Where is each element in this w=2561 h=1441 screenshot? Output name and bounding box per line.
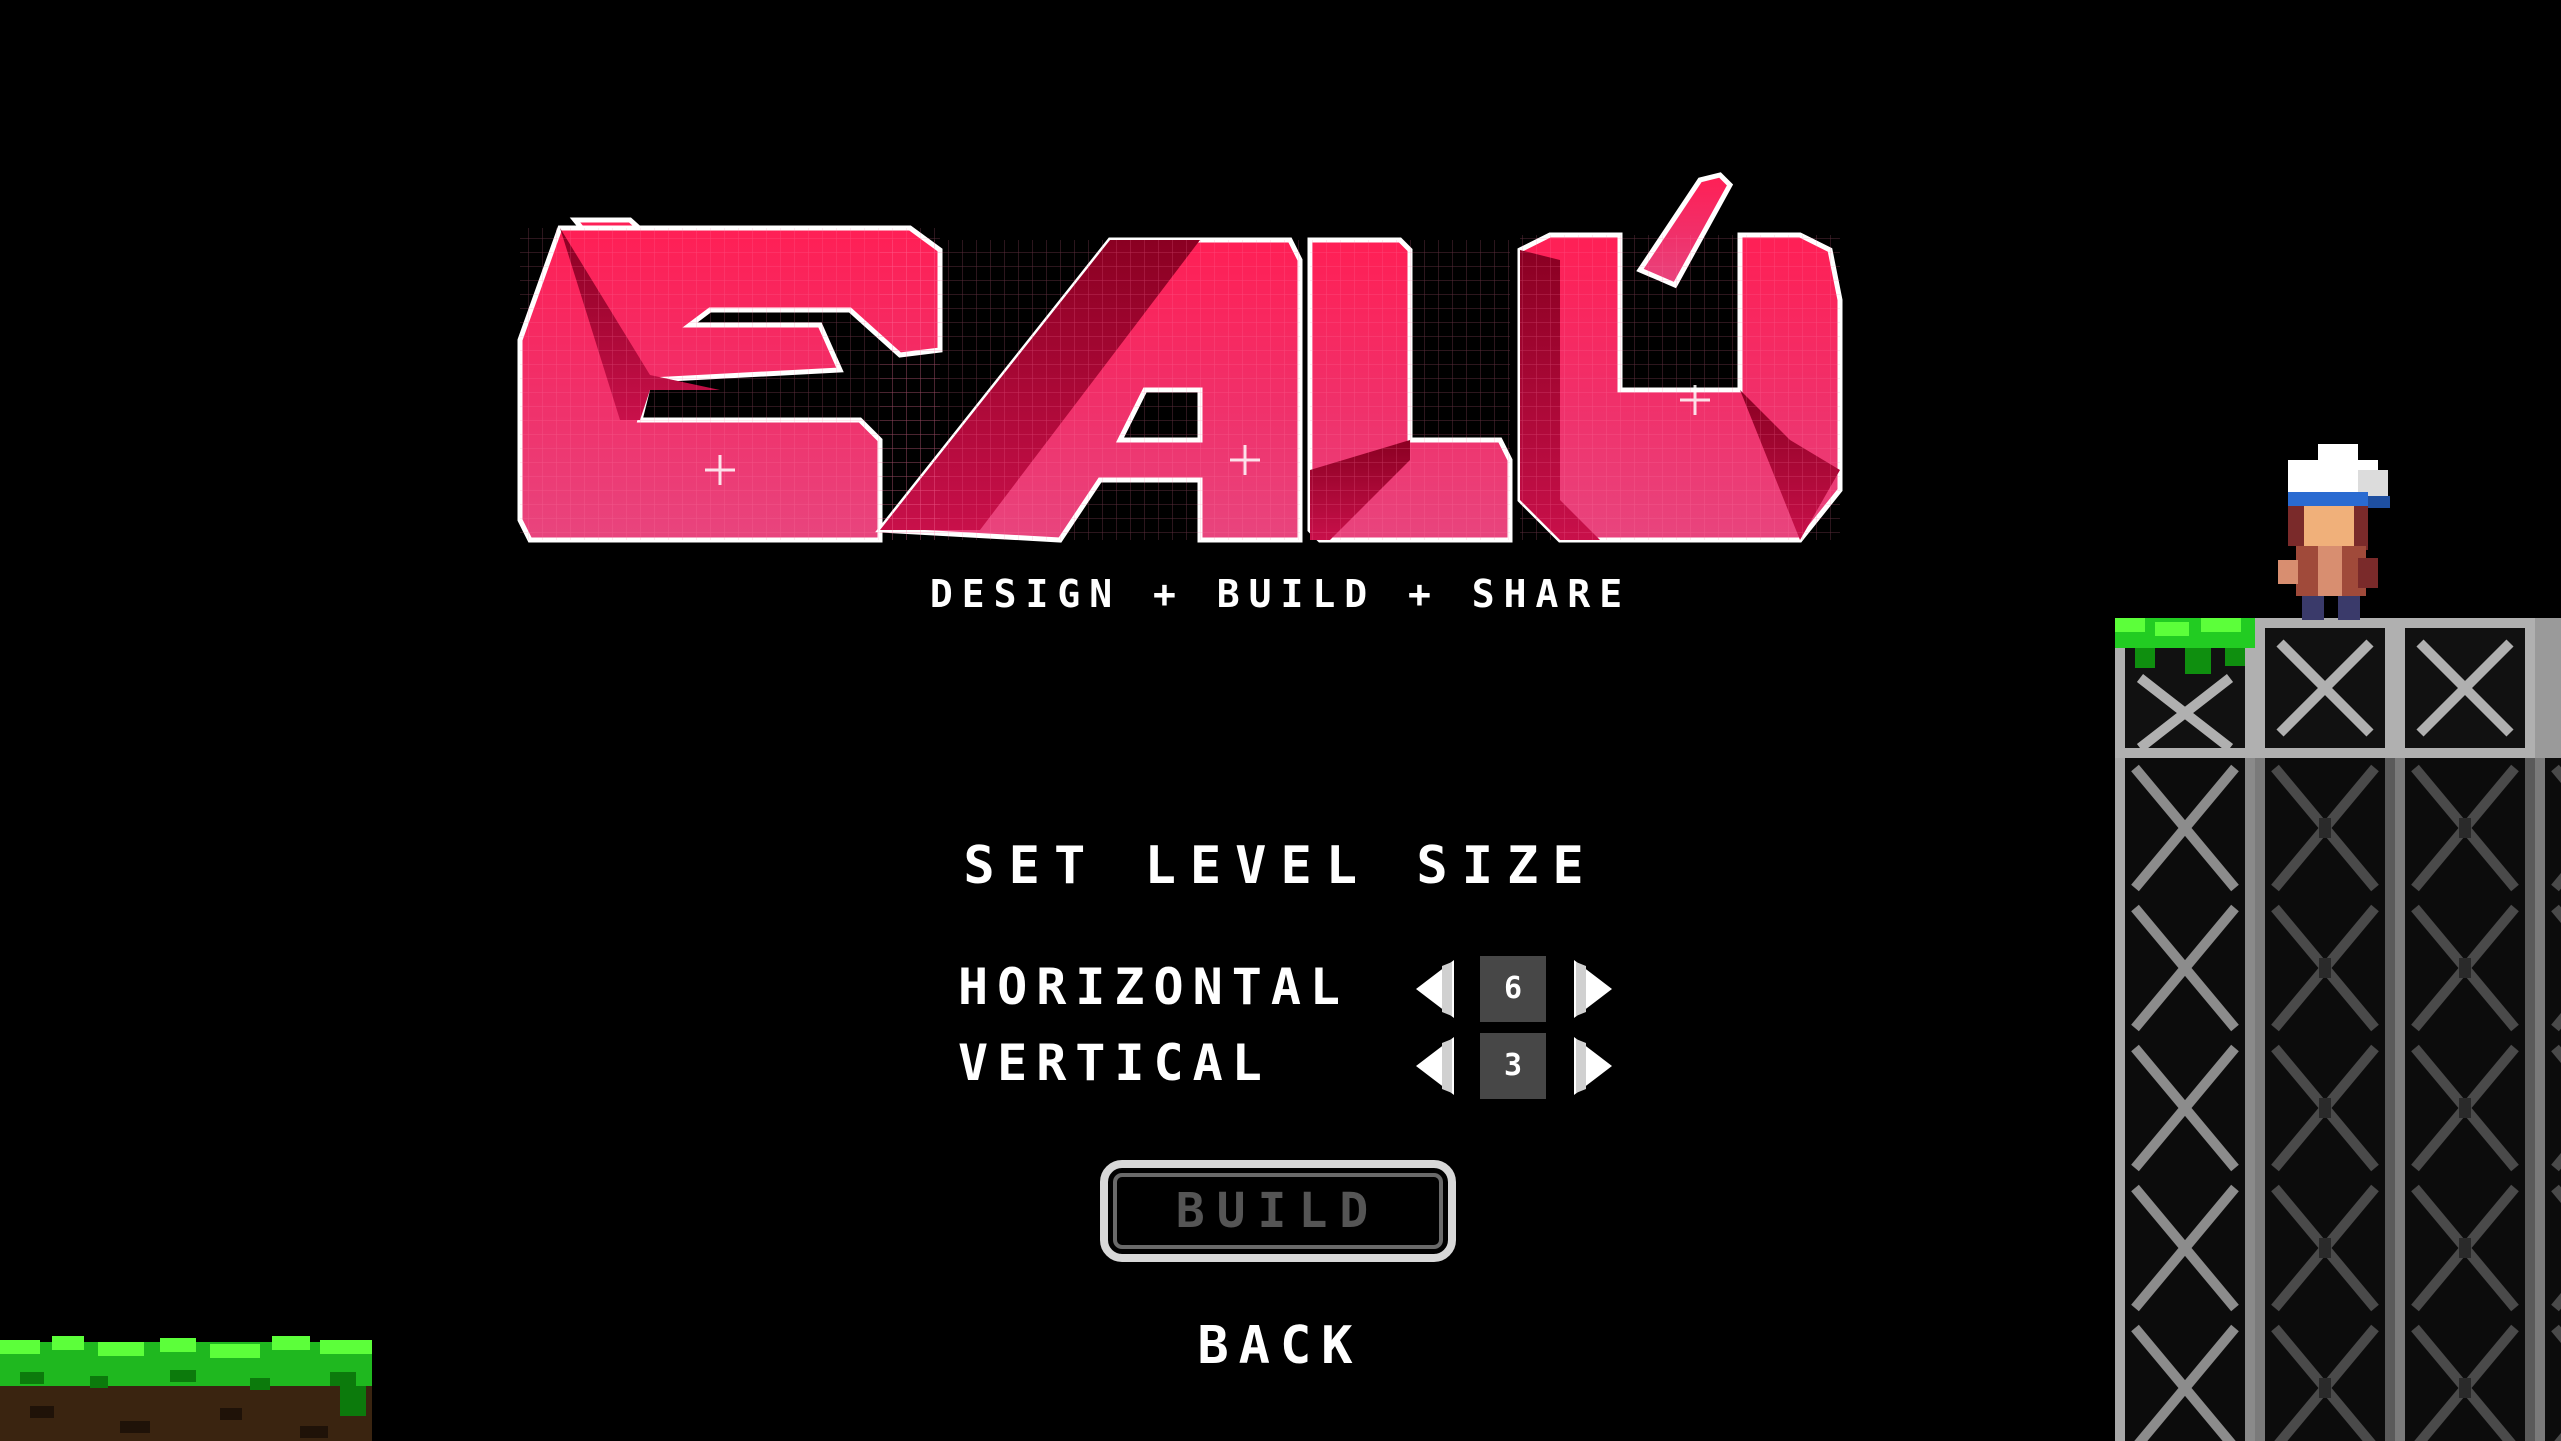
arrow-right-icon (1574, 1037, 1612, 1095)
vertical-increase-button[interactable] (1570, 1035, 1616, 1097)
steel-girder-tower (2115, 618, 2561, 1441)
vertical-value: 3 (1480, 1033, 1546, 1099)
game-logo (517, 172, 1843, 543)
player-character (2278, 444, 2390, 620)
back-button[interactable]: BACK (1170, 1316, 1390, 1376)
game-screen: DESIGN + BUILD + SHARE SET LEVEL SIZE HO… (0, 0, 2561, 1441)
arrow-left-icon (1416, 960, 1454, 1018)
horizontal-value: 6 (1480, 956, 1546, 1022)
vertical-label: VERTICAL (958, 1034, 1271, 1092)
horizontal-decrease-button[interactable] (1412, 958, 1458, 1020)
horizontal-label: HORIZONTAL (958, 958, 1350, 1016)
arrow-right-icon (1574, 960, 1612, 1018)
horizontal-increase-button[interactable] (1570, 958, 1616, 1020)
vertical-decrease-button[interactable] (1412, 1035, 1458, 1097)
logo-tagline: DESIGN + BUILD + SHARE (929, 572, 1632, 616)
build-button[interactable]: BUILD (1100, 1160, 1456, 1262)
grass-ground-tile (0, 1336, 372, 1441)
arrow-left-icon (1416, 1037, 1454, 1095)
